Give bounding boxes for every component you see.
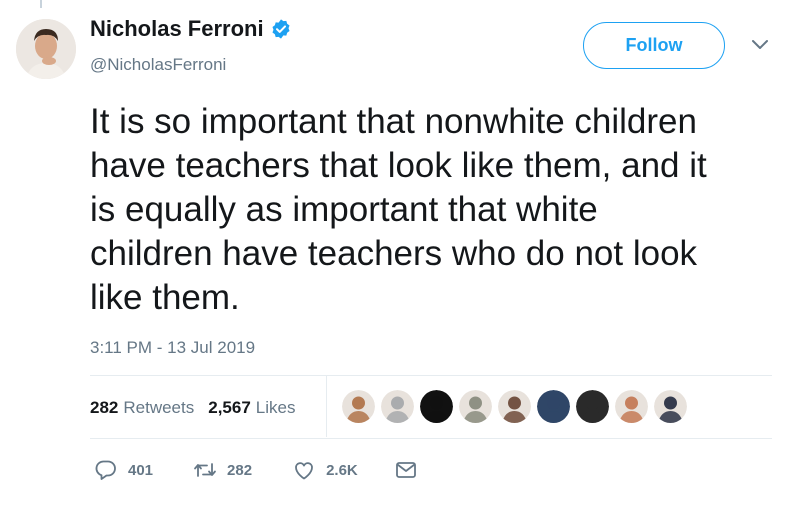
reply-count: 401 [128,461,154,479]
user-handle[interactable]: @NicholasFerroni [90,55,226,75]
liker-avatar[interactable] [342,390,375,423]
reply-button[interactable]: 401 [94,458,153,482]
verified-badge-icon [272,19,290,39]
liker-avatar[interactable] [420,390,453,423]
like-icon [295,462,313,480]
stats-bottom-divider [90,438,772,439]
retweets-label: Retweets [123,398,195,417]
liker-avatars [342,390,693,423]
chevron-down-icon[interactable] [750,38,770,52]
direct-message-icon [395,462,416,478]
like-count: 2.6K [326,461,358,479]
tweet-text-line: like them. [90,278,240,317]
tweet-actions: 401 282 2.6K [94,458,418,482]
tweet-text-line: is equally as important that white [90,190,598,229]
display-name[interactable]: Nicholas Ferroni [90,16,264,42]
likes-stat[interactable]: 2,567 Likes [208,398,295,418]
retweets-count: 282 [90,398,119,417]
liker-avatar[interactable] [654,390,687,423]
tweet-text-line: It is so important that nonwhite childre… [90,102,697,141]
retweet-icon [194,463,216,477]
retweet-button[interactable]: 282 [193,458,252,482]
like-button[interactable]: 2.6K [292,458,358,482]
likes-count: 2,567 [208,398,251,417]
avatar[interactable] [16,19,76,79]
retweet-count: 282 [227,461,253,479]
likes-label: Likes [255,398,296,417]
avatar-photo [16,19,76,79]
direct-message-button[interactable] [394,458,418,482]
retweets-stat[interactable]: 282 Retweets [90,398,194,418]
reply-icon [95,460,116,480]
liker-avatar[interactable] [537,390,570,423]
liker-avatar[interactable] [615,390,648,423]
tweet-text-line: children have teachers who do not look [90,234,698,273]
user-name-row: Nicholas Ferroni [90,16,292,42]
stats-separator [326,376,327,437]
liker-avatar[interactable] [459,390,492,423]
liker-avatar[interactable] [576,390,609,423]
stats-top-divider [90,375,772,376]
liker-avatar[interactable] [381,390,414,423]
tweet-timestamp[interactable]: 3:11 PM - 13 Jul 2019 [90,338,255,358]
tweet-text: It is so important that nonwhite childre… [90,100,780,320]
engagement-stats: 282 Retweets 2,567 Likes [90,398,295,418]
thread-line [40,0,42,8]
follow-button[interactable]: Follow [583,22,725,69]
tweet-text-line: have teachers that look like them, and i… [90,146,707,185]
liker-avatar[interactable] [498,390,531,423]
